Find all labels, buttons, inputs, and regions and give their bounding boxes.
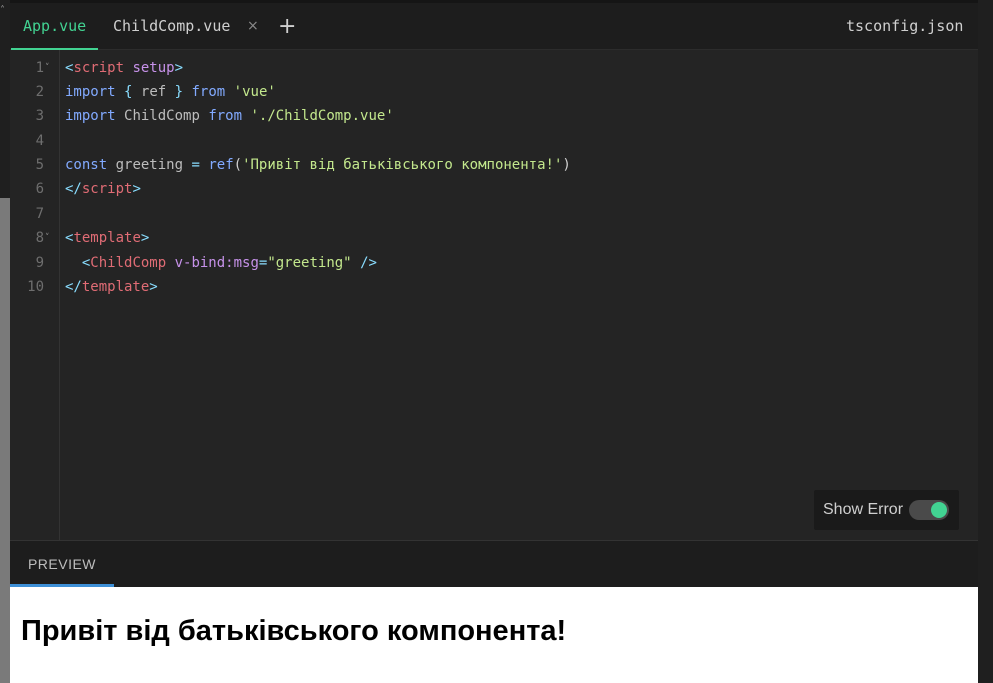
- token: ): [562, 157, 571, 173]
- preview-tab-bar: PREVIEW: [10, 540, 978, 587]
- show-error-toggle[interactable]: [909, 500, 949, 520]
- token: from: [191, 84, 226, 100]
- token: (: [233, 157, 243, 173]
- token: import: [65, 84, 116, 100]
- token: 'vue': [233, 84, 276, 100]
- line-number: 5: [35, 157, 44, 173]
- preview-heading: Привіт від батьківського компонента!: [21, 615, 567, 647]
- token: 'Привіт від батьківського компонента!': [242, 157, 563, 173]
- tab-tsconfig-json[interactable]: tsconfig.json: [846, 3, 963, 50]
- line-number: 8: [35, 230, 44, 246]
- file-tab-bar: App.vue ChildComp.vue × + tsconfig.json: [10, 0, 978, 51]
- token: {: [124, 84, 133, 100]
- editor-pane: App.vue ChildComp.vue × + tsconfig.json …: [10, 0, 978, 683]
- chevron-down-icon[interactable]: ˅: [45, 226, 50, 250]
- line-number-gutter: 1 ˅ 2 3 4 5 6 7 8 ˅ 9 10: [10, 50, 60, 540]
- code-line-3: import ChildComp from './ChildComp.vue': [65, 104, 394, 128]
- chevron-up-icon[interactable]: ˄: [0, 6, 5, 16]
- token: ChildComp: [90, 255, 167, 271]
- show-error-control: Show Error: [814, 490, 959, 530]
- code-editor[interactable]: 1 ˅ 2 3 4 5 6 7 8 ˅ 9 10 <script setup> …: [10, 50, 978, 540]
- toggle-knob: [931, 502, 947, 518]
- token: />: [360, 255, 377, 271]
- line-number: 6: [35, 181, 44, 197]
- token: >: [149, 279, 158, 295]
- token: setup: [132, 60, 175, 76]
- token: script: [73, 60, 125, 76]
- token: </: [65, 181, 82, 197]
- code-line-9: <ChildComp v-bind:msg="greeting" />: [65, 251, 377, 275]
- token: const: [65, 157, 108, 173]
- token: >: [132, 181, 141, 197]
- token: ref: [208, 157, 234, 173]
- preview-output: Привіт від батьківського компонента!: [10, 587, 978, 683]
- token: =: [191, 157, 200, 173]
- token: ref: [140, 84, 167, 100]
- code-line-2: import { ref } from 'vue': [65, 80, 276, 104]
- line-number: 9: [35, 255, 44, 271]
- tab-childcomp-vue[interactable]: ChildComp.vue: [113, 3, 230, 50]
- token: "greeting": [267, 255, 352, 271]
- token: ChildComp: [124, 108, 200, 124]
- token: }: [174, 84, 184, 100]
- token: from: [208, 108, 243, 124]
- app-window: ˄ App.vue ChildComp.vue × + tsconfig.jso…: [0, 0, 993, 683]
- line-number: 2: [35, 84, 44, 100]
- token: </: [65, 279, 82, 295]
- line-number: 4: [35, 133, 44, 149]
- right-strip: [978, 0, 993, 683]
- line-number: 7: [35, 206, 44, 222]
- close-icon[interactable]: ×: [247, 3, 259, 50]
- token: template: [81, 279, 150, 295]
- token: v-bind:msg: [174, 255, 259, 271]
- left-scroll-strip: ˄: [0, 0, 10, 683]
- code-line-1: <script setup>: [65, 56, 183, 80]
- chevron-down-icon[interactable]: ˅: [45, 56, 50, 80]
- token: template: [73, 230, 141, 246]
- code-line-6: </script>: [65, 177, 141, 201]
- show-error-label: Show Error: [823, 501, 904, 518]
- token: greeting: [115, 157, 184, 173]
- code-line-10: </template>: [65, 275, 158, 299]
- left-scrollbar-thumb[interactable]: [0, 198, 10, 683]
- line-number: 10: [27, 279, 44, 295]
- token: script: [81, 181, 133, 197]
- token: import: [65, 108, 116, 124]
- line-number: 1: [35, 60, 44, 76]
- code-line-5: const greeting = ref('Привіт від батьків…: [65, 153, 571, 177]
- plus-icon[interactable]: +: [278, 3, 296, 50]
- line-number: 3: [35, 108, 44, 124]
- token: >: [140, 230, 150, 246]
- token: './ChildComp.vue': [250, 108, 394, 124]
- token: >: [174, 60, 184, 76]
- tab-preview[interactable]: PREVIEW: [10, 541, 114, 587]
- code-line-8: <template>: [65, 226, 149, 250]
- tab-app-vue[interactable]: App.vue: [10, 3, 99, 51]
